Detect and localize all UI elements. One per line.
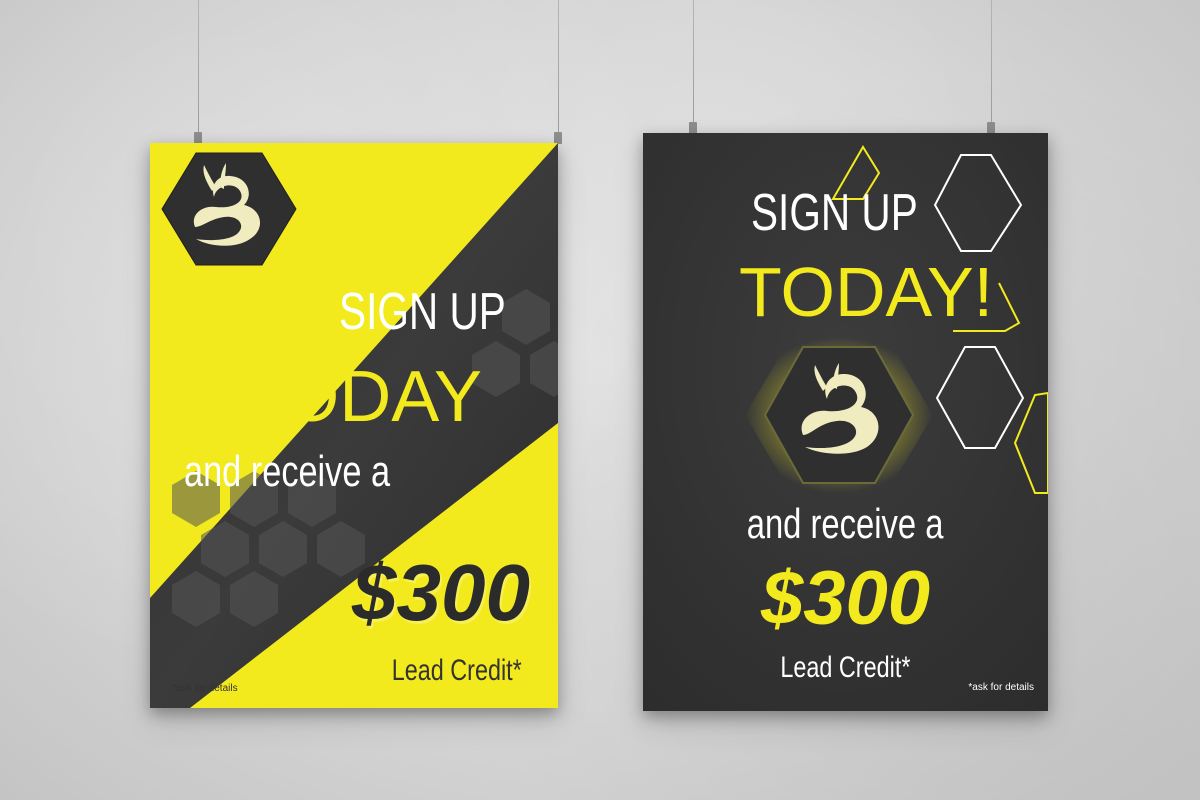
left-headline-today: TODAY xyxy=(240,357,482,437)
right-disclaimer: *ask for details xyxy=(968,682,1034,693)
right-headline-today: TODAY! xyxy=(739,253,994,331)
left-subline: and receive a xyxy=(184,447,391,496)
hanging-wire-right-2 xyxy=(991,0,992,134)
right-amount: $300 xyxy=(760,556,931,641)
right-headline-sign-up: SIGN UP xyxy=(751,184,918,242)
hanging-wire-left-2 xyxy=(558,0,559,144)
poster-left: SIGN UP TODAY and receive a $300 Lead Cr… xyxy=(150,143,558,708)
left-headline-sign-up: SIGN UP xyxy=(339,283,506,341)
left-lead-credit: Lead Credit* xyxy=(391,654,522,687)
hanging-wire-right-1 xyxy=(693,0,694,134)
left-amount: $300 xyxy=(352,548,530,637)
snail-b-logo-icon xyxy=(161,152,297,266)
left-disclaimer: *ask for details xyxy=(172,683,238,694)
right-subline: and receive a xyxy=(747,500,944,547)
right-lead-credit: Lead Credit* xyxy=(780,651,911,684)
poster-right: SIGN UP TODAY! and receive a $300 Lead C… xyxy=(643,133,1048,711)
hanging-wire-left-1 xyxy=(198,0,199,144)
